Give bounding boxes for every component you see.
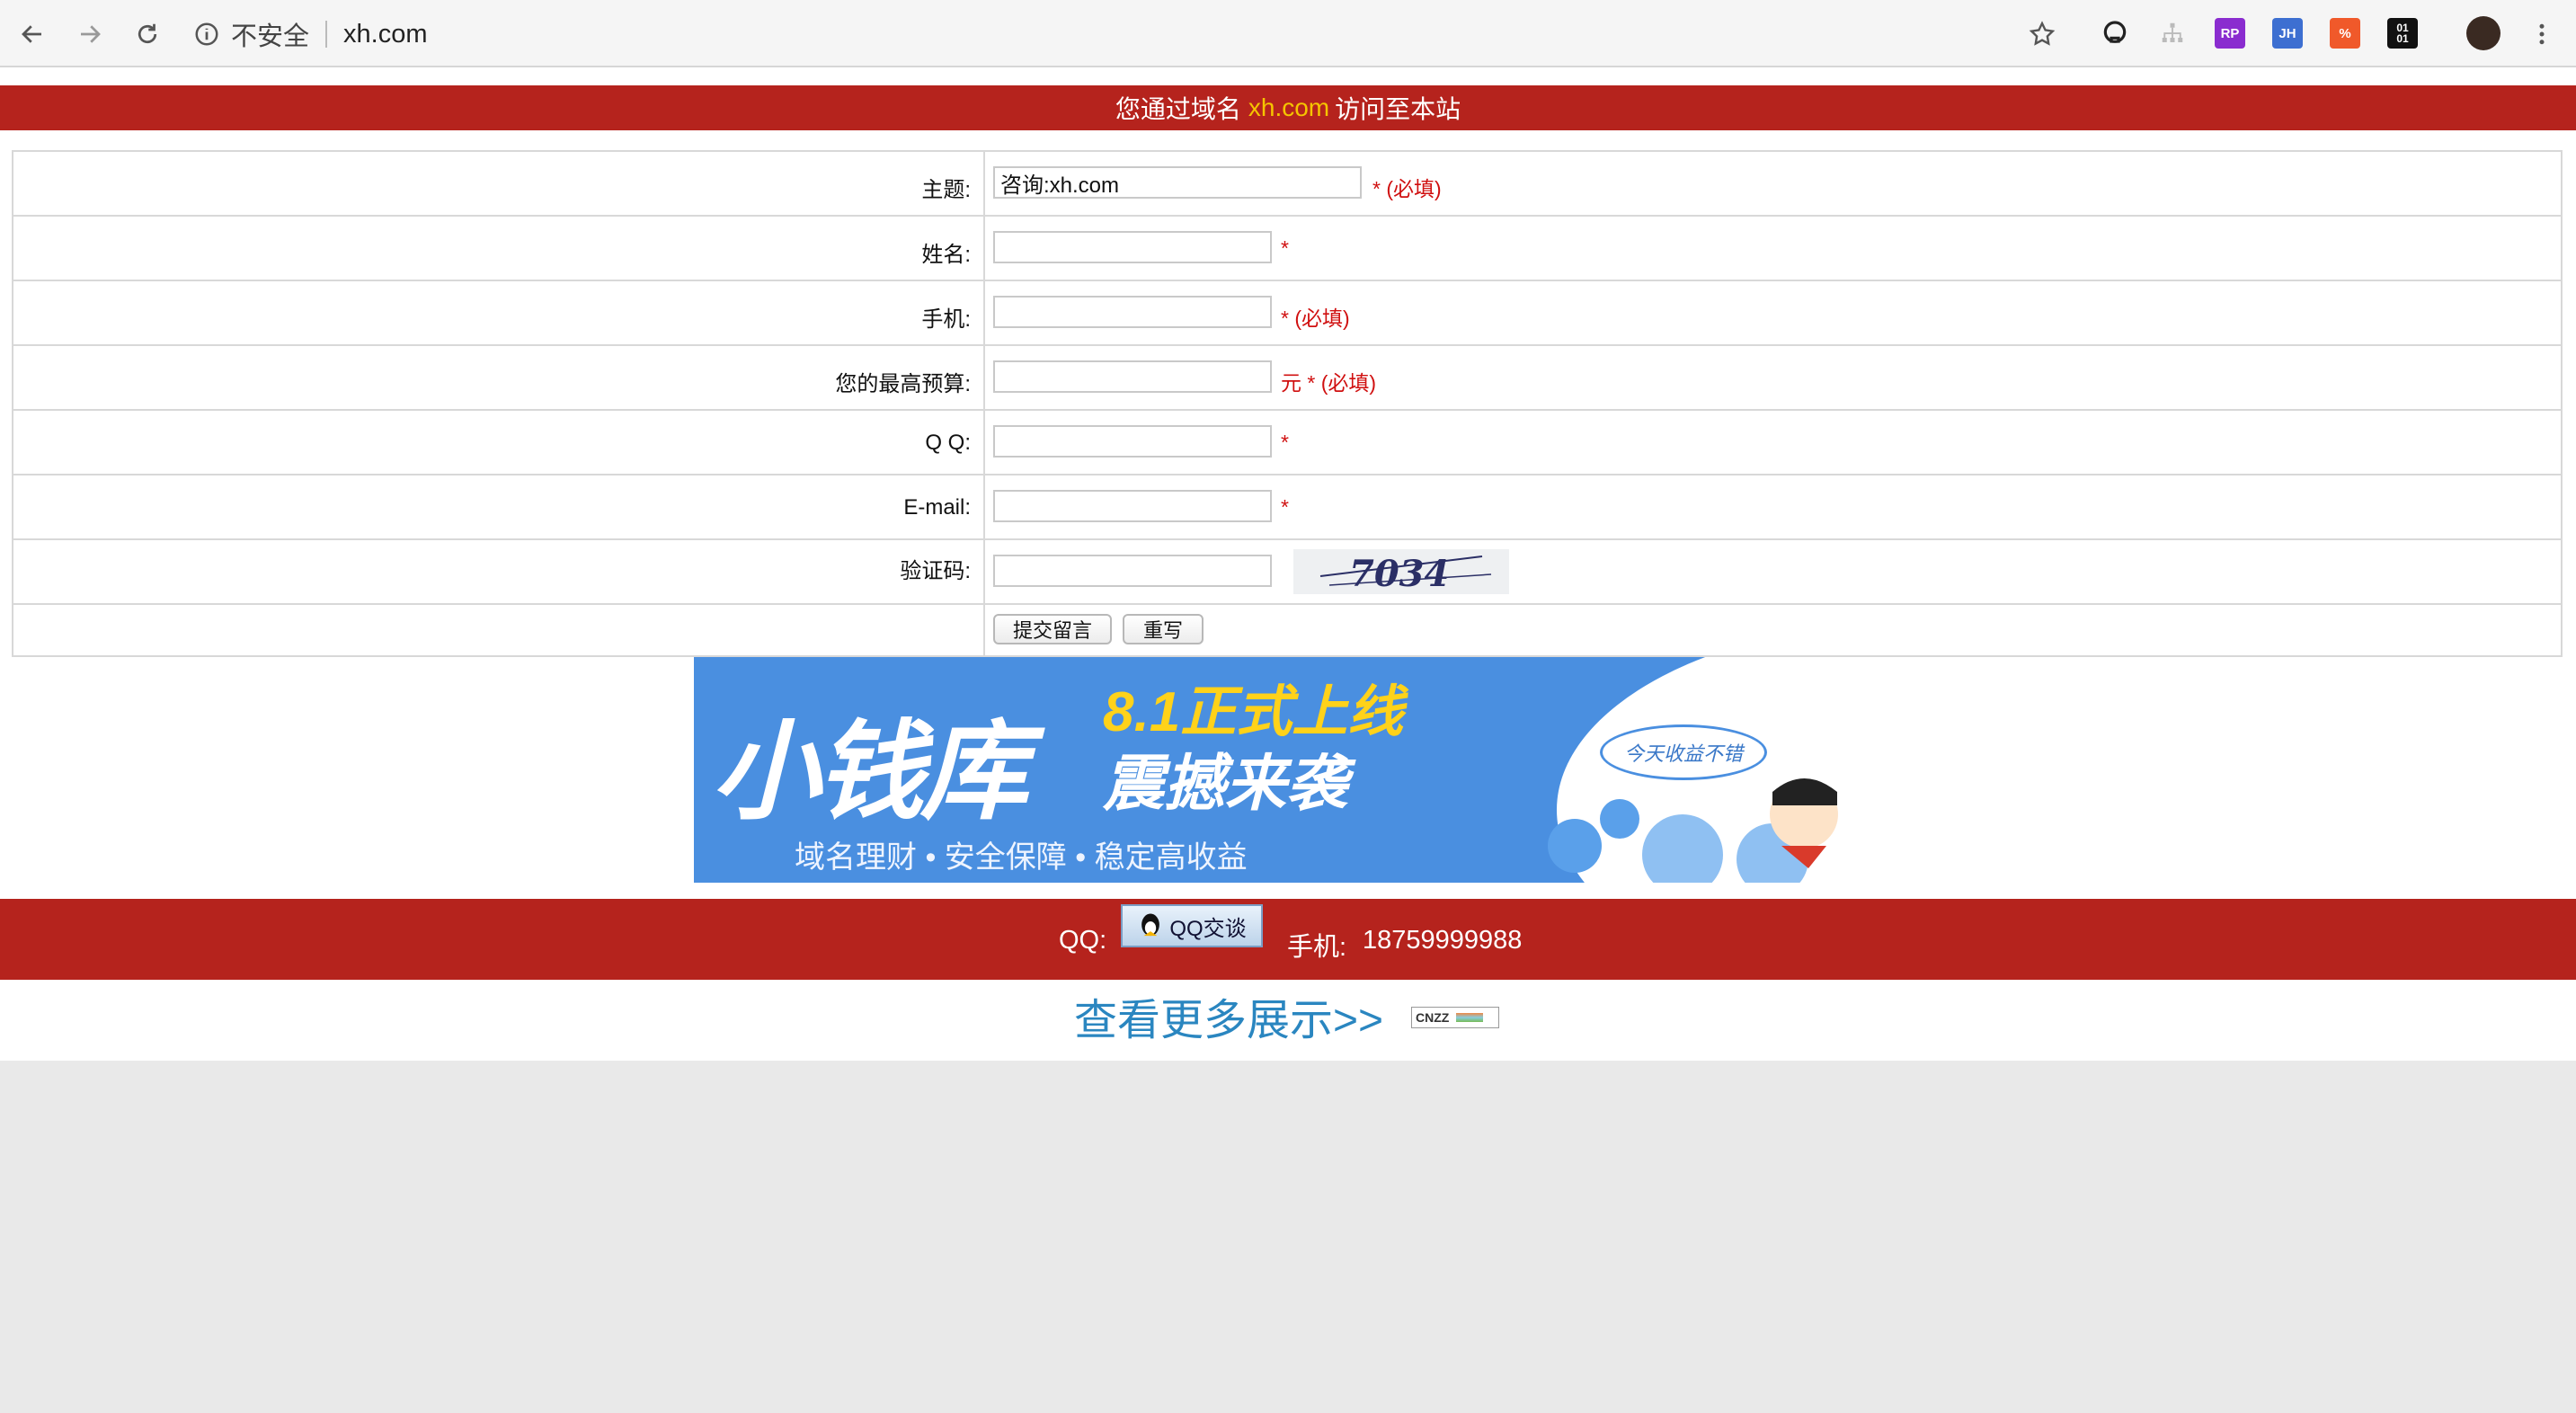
budget-required-note: 元 * (必填): [1281, 371, 1377, 395]
domain-notice-bar: 您通过域名 xh.com 访问至本站: [0, 85, 2576, 130]
banner-mascot-illustration: [1548, 778, 1838, 883]
name-input[interactable]: [993, 231, 1272, 263]
email-label: E-mail:: [903, 495, 971, 520]
more-vertical-icon: [2539, 23, 2545, 45]
email-required-note: *: [1281, 495, 1289, 519]
info-icon: [195, 22, 218, 46]
subject-label: 主题:: [921, 178, 971, 202]
binary-extension-icon[interactable]: 01 01: [2387, 18, 2418, 49]
qq-chat-button[interactable]: QQ交谈: [1121, 904, 1263, 947]
qq-chat-label: QQ交谈: [1169, 916, 1247, 941]
name-label: 姓名:: [921, 243, 971, 267]
arrow-left-icon: [22, 25, 41, 43]
captcha-text: 7034: [1349, 553, 1450, 595]
form-row-email: E-mail: *: [13, 475, 2561, 540]
qq-required-note: *: [1281, 431, 1289, 454]
form-row-name: 姓名: *: [13, 217, 2561, 281]
star-icon: [2029, 21, 2056, 46]
budget-input[interactable]: [993, 360, 1272, 393]
form-row-captcha: 验证码: 7034: [13, 540, 2561, 605]
axure-rp-extension-icon[interactable]: RP: [2215, 18, 2245, 49]
cnzz-label: CNZZ: [1416, 1010, 1450, 1025]
captcha-label: 验证码:: [900, 559, 971, 583]
url-text[interactable]: xh.com: [343, 20, 427, 49]
form-row-qq: Q Q: *: [13, 411, 2561, 475]
notice-prefix: 您通过域名: [1115, 95, 1241, 123]
reset-button[interactable]: 重写: [1123, 614, 1204, 644]
translate-extension-icon[interactable]: %: [2330, 18, 2360, 49]
reload-button[interactable]: [128, 14, 167, 54]
jh-extension-icon[interactable]: JH: [2272, 18, 2303, 49]
menu-button[interactable]: [2522, 14, 2562, 54]
banner-promo-line2: 震撼来袭: [1103, 750, 1348, 818]
captcha-input[interactable]: [993, 555, 1272, 587]
sitemap-extension-icon[interactable]: [2157, 18, 2188, 49]
captcha-image[interactable]: 7034: [1293, 549, 1509, 595]
arrow-right-icon: [81, 25, 101, 43]
promo-banner[interactable]: 小钱库 8.1正式上线 震撼来袭 域名理财 • 安全保障 • 稳定高收益 今天收…: [694, 657, 1880, 883]
avatar[interactable]: [2466, 16, 2500, 50]
submit-button[interactable]: 提交留言: [993, 614, 1112, 644]
email-input[interactable]: [993, 490, 1272, 522]
url-divider: [325, 21, 328, 48]
reload-icon: [138, 23, 157, 44]
page-content: 您通过域名 xh.com 访问至本站 主题: * (必填) 姓名: * 手机: …: [0, 67, 2576, 1061]
notice-suffix: 访问至本站: [1335, 95, 1461, 123]
banner-slogan: 域名理财 • 安全保障 • 稳定高收益: [795, 840, 1248, 875]
budget-label: 您的最高预算:: [835, 372, 971, 396]
qq-input[interactable]: [993, 425, 1272, 458]
form-row-phone: 手机: * (必填): [13, 281, 2561, 346]
name-required-note: *: [1281, 236, 1289, 260]
browser-toolbar: 不安全 xh.com RP JH % 01 01: [0, 0, 2576, 67]
phone-contact-value: 18759999988: [1363, 926, 1523, 955]
back-button[interactable]: [13, 14, 52, 54]
form-row-budget: 您的最高预算: 元 * (必填): [13, 346, 2561, 411]
qq-penguin-icon: [1141, 913, 1160, 937]
security-label[interactable]: 不安全: [231, 15, 309, 53]
forward-button[interactable]: [70, 14, 110, 54]
cnzz-stats-badge[interactable]: CNZZ: [1411, 1007, 1499, 1028]
form-row-actions: 提交留言 重写: [13, 605, 2561, 655]
phone-input[interactable]: [993, 296, 1272, 328]
subject-required-note: * (必填): [1372, 177, 1442, 200]
contact-bar: QQ: QQ交谈 手机: 18759999988: [0, 899, 2576, 980]
phone-contact-label: 手机:: [1287, 933, 1347, 962]
qq-contact-label: QQ:: [1059, 926, 1107, 955]
notice-domain: xh.com: [1248, 93, 1330, 121]
address-bar[interactable]: 不安全 xh.com: [193, 11, 2081, 58]
qq-label: Q Q:: [925, 431, 971, 455]
phone-label: 手机:: [921, 307, 971, 332]
banner-brand: 小钱库: [712, 712, 1028, 832]
github-extension-icon[interactable]: [2100, 18, 2130, 49]
subject-input[interactable]: [993, 166, 1362, 199]
form-row-subject: 主题: * (必填): [13, 152, 2561, 217]
bookmark-button[interactable]: [2022, 14, 2062, 54]
phone-required-note: * (必填): [1281, 307, 1350, 330]
contact-form: 主题: * (必填) 姓名: * 手机: * (必填) 您的最高预算: 元 * …: [12, 150, 2563, 657]
view-more-link[interactable]: 查看更多展示>>: [1074, 984, 1383, 1047]
